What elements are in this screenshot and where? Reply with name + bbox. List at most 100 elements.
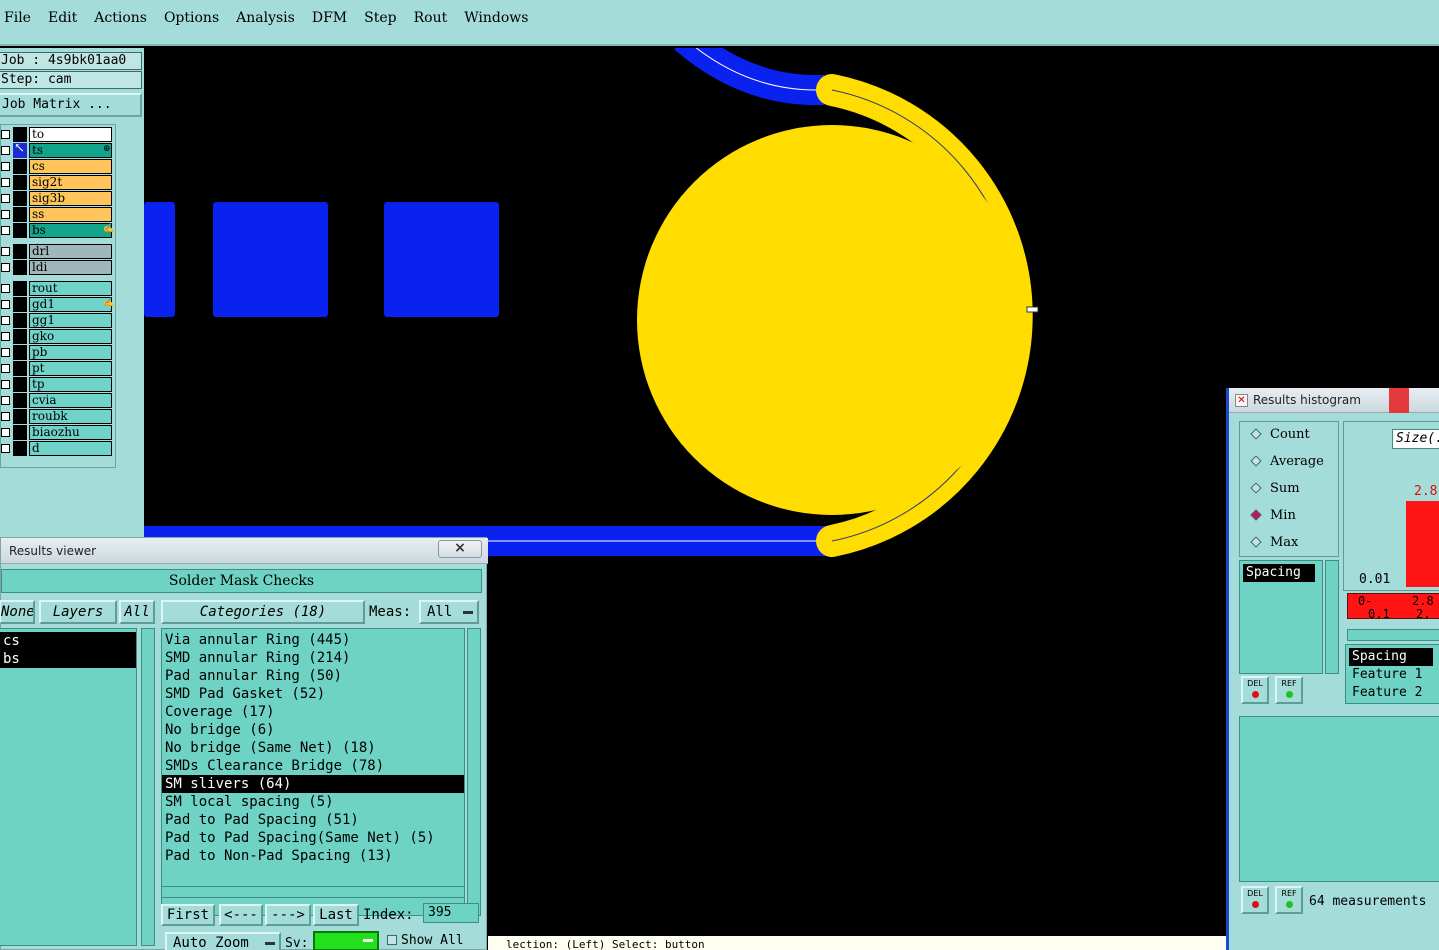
close-icon[interactable]: × [438,540,482,558]
menu-rout[interactable]: Rout [414,10,448,26]
none-button[interactable]: None [0,600,35,624]
layer-row[interactable]: gg1 [1,313,113,328]
layer-row[interactable]: sig3b [1,191,113,206]
category-item[interactable]: Via annular Ring (445) [162,631,464,649]
measure-list-scrollbar[interactable] [1325,560,1339,674]
show-all-checkbox[interactable] [387,935,397,945]
ref-button[interactable]: REF [1275,676,1303,704]
category-item[interactable]: Pad to Pad Spacing(Same Net) (5) [162,829,464,847]
meas-dropdown[interactable]: All [419,600,479,624]
job-matrix-button[interactable]: Job Matrix ... [0,93,142,117]
layer-checkbox[interactable] [1,130,10,139]
measure-list[interactable]: Spacing [1239,560,1323,674]
menu-dfm[interactable]: DFM [312,10,347,26]
ref-button[interactable]: REF [1275,886,1303,914]
results-viewer-titlebar[interactable]: Results viewer × [1,538,488,564]
layer-checkbox[interactable] [1,263,10,272]
layer-name[interactable]: tp [29,377,112,392]
layer-row[interactable]: ↖ ts ⊕ [1,141,113,158]
category-item[interactable]: Coverage (17) [162,703,464,721]
menu-analysis[interactable]: Analysis [236,10,295,26]
layer-row[interactable]: cs [1,159,113,174]
list-item[interactable]: Feature 2 [1349,684,1439,702]
layer-checkbox[interactable] [1,380,10,389]
category-item[interactable]: Pad annular Ring (50) [162,667,464,685]
mode-max[interactable]: Max [1250,534,1298,552]
layer-row[interactable]: pt [1,361,113,376]
layer-name[interactable]: gd1 [29,297,112,312]
histogram-titlebar[interactable]: ✕ Results histogram [1229,388,1439,413]
layer-row[interactable]: ldi [1,260,113,275]
layer-checkbox[interactable] [1,332,10,341]
layer-name[interactable]: cs [29,159,112,174]
list-item[interactable]: cs [0,632,136,650]
layer-row[interactable]: cvia [1,393,113,408]
layer-list-scrollbar[interactable] [141,628,155,946]
layer-row[interactable]: rout [1,281,113,296]
menu-options[interactable]: Options [164,10,219,26]
mode-count[interactable]: Count [1250,426,1310,444]
menu-file[interactable]: File [4,10,31,26]
category-item[interactable]: No bridge (Same Net) (18) [162,739,464,757]
categories-list[interactable]: Via annular Ring (445) SMD annular Ring (… [161,628,465,916]
sv-color-dropdown[interactable] [313,931,379,950]
layer-name[interactable]: roubk [29,409,112,424]
layer-checkbox[interactable] [1,162,10,171]
layer-checkbox[interactable] [1,284,10,293]
layer-checkbox[interactable] [1,194,10,203]
layer-row[interactable]: roubk [1,409,113,424]
layer-name[interactable]: gg1 [29,313,112,328]
menu-windows[interactable]: Windows [464,10,528,26]
layer-name[interactable]: rout [29,281,112,296]
next-button[interactable]: ---> [265,904,311,926]
index-input[interactable]: 395 [423,903,479,923]
layer-name[interactable]: pt [29,361,112,376]
histogram-hscrollbar[interactable] [1347,629,1439,641]
layer-checkbox[interactable] [1,226,10,235]
mode-sum[interactable]: Sum [1250,480,1300,498]
layers-button[interactable]: Layers [39,600,117,624]
category-item[interactable]: SMDs Clearance Bridge (78) [162,757,464,775]
layer-name[interactable]: ts [29,143,112,158]
menu-step[interactable]: Step [364,10,396,26]
mode-min[interactable]: Min [1250,507,1296,525]
category-item[interactable]: SMD Pad Gasket (52) [162,685,464,703]
list-item[interactable]: Feature 1 [1349,666,1439,684]
categories-button[interactable]: Categories (18) [161,600,365,624]
layer-row[interactable]: gd1 ✍ [1,297,114,312]
layer-checkbox[interactable] [1,300,10,309]
layer-checkbox[interactable] [1,316,10,325]
del-button[interactable]: DEL [1241,886,1269,914]
layer-name[interactable]: cvia [29,393,112,408]
layer-row[interactable]: to [1,127,113,142]
categories-scrollbar[interactable] [467,628,481,916]
layer-results-list[interactable]: cs bs [0,628,137,946]
layer-row[interactable]: d [1,441,113,456]
layer-checkbox[interactable] [1,210,10,219]
layer-checkbox[interactable] [1,412,10,421]
layer-row[interactable]: tp [1,377,113,392]
layer-row[interactable]: biaozhu [1,425,113,440]
layer-checkbox[interactable] [1,364,10,373]
range-row[interactable]: 0- 2.8 0.1 2. [1347,593,1439,621]
category-item[interactable]: Pad to Non-Pad Spacing (13) [162,847,464,865]
layer-name[interactable]: sig2t [29,175,112,190]
list-item[interactable]: Spacing [1349,648,1433,666]
del-button[interactable]: DEL [1241,676,1269,704]
layer-checkbox[interactable] [1,247,10,256]
layer-checkbox[interactable] [1,428,10,437]
layer-name[interactable]: biaozhu [29,425,112,440]
layer-row[interactable]: gko [1,329,113,344]
layer-name[interactable]: pb [29,345,112,360]
auto-zoom-dropdown[interactable]: Auto Zoom [165,932,281,950]
layer-name[interactable]: bs [29,223,112,238]
layer-name[interactable]: to [29,127,112,142]
layer-row[interactable]: ss [1,207,113,222]
prev-button[interactable]: <--- [219,904,263,926]
list-item[interactable]: Spacing [1243,564,1315,582]
mode-average[interactable]: Average [1250,453,1324,471]
layer-checkbox[interactable] [1,444,10,453]
categories-hscrollbar[interactable] [161,886,465,898]
layer-row[interactable]: drl [1,244,113,259]
category-item[interactable]: SMD annular Ring (214) [162,649,464,667]
